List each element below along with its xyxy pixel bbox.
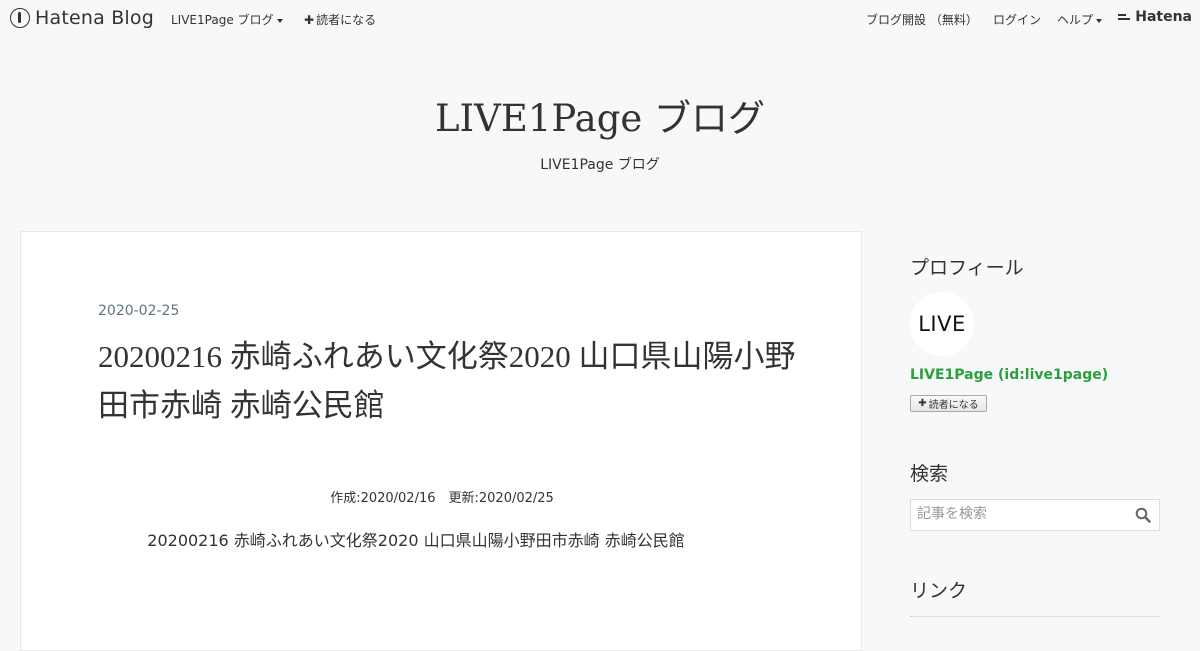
profile-name-link[interactable]: LIVE1Page (id:live1page) bbox=[910, 367, 1108, 383]
search-input[interactable] bbox=[911, 500, 1143, 528]
open-blog-link[interactable]: ブログ開設 （無料） bbox=[866, 11, 978, 28]
search-heading: 検索 bbox=[910, 463, 949, 485]
hatena-blog-logo[interactable]: Hatena Blog bbox=[10, 7, 154, 29]
entry-date[interactable]: 2020-02-25 bbox=[98, 303, 179, 319]
help-label: ヘルプ bbox=[1057, 13, 1094, 27]
blog-description: LIVE1Page ブログ bbox=[540, 157, 660, 173]
profile-heading: プロフィール bbox=[910, 257, 1024, 279]
login-link[interactable]: ログイン bbox=[993, 11, 1041, 28]
avatar[interactable]: LIVE bbox=[910, 292, 974, 356]
search-icon[interactable] bbox=[1135, 507, 1151, 523]
entry-body: 20200216 赤崎ふれあい文化祭2020 山口県山陽小野田市赤崎 赤崎公民館 bbox=[147, 531, 685, 550]
hatena-logo-icon bbox=[1118, 13, 1131, 21]
hatena-logo[interactable]: Hatena bbox=[1118, 9, 1192, 25]
blog-menu-label: LIVE1Page ブログ bbox=[171, 13, 274, 27]
brand-text: Hatena Blog bbox=[35, 7, 154, 29]
entry-title[interactable]: 20200216 赤崎ふれあい文化祭2020 山口県山陽小野田市赤崎 赤崎公民館 bbox=[98, 332, 798, 430]
plus-icon: ✚ bbox=[918, 398, 927, 409]
search-form bbox=[910, 499, 1160, 531]
links-divider bbox=[910, 616, 1160, 617]
global-header: Hatena Blog LIVE1Page ブログ ✚ 読者になる ブログ開設 （… bbox=[0, 0, 1200, 36]
hatena-blog-logo-icon bbox=[10, 8, 30, 28]
follow-button-label: 読者になる bbox=[928, 400, 979, 411]
caret-down-icon bbox=[1096, 18, 1103, 23]
links-heading: リンク bbox=[910, 580, 968, 602]
hatena-logo-text: Hatena bbox=[1135, 9, 1192, 25]
help-dropdown[interactable]: ヘルプ bbox=[1057, 11, 1103, 28]
follow-button[interactable]: ✚ 読者になる bbox=[910, 395, 987, 412]
caret-down-icon bbox=[276, 18, 283, 23]
entry-meta: 作成:2020/02/16 更新:2020/02/25 bbox=[330, 491, 554, 506]
plus-icon: ✚ bbox=[304, 13, 315, 27]
subscribe-label: 読者になる bbox=[316, 13, 377, 27]
blog-menu-dropdown[interactable]: LIVE1Page ブログ bbox=[171, 11, 283, 28]
entry-article: 2020-02-25 20200216 赤崎ふれあい文化祭2020 山口県山陽小… bbox=[20, 231, 862, 651]
subscribe-link[interactable]: ✚ 読者になる bbox=[304, 11, 376, 28]
blog-title[interactable]: LIVE1Page ブログ bbox=[0, 88, 1200, 142]
